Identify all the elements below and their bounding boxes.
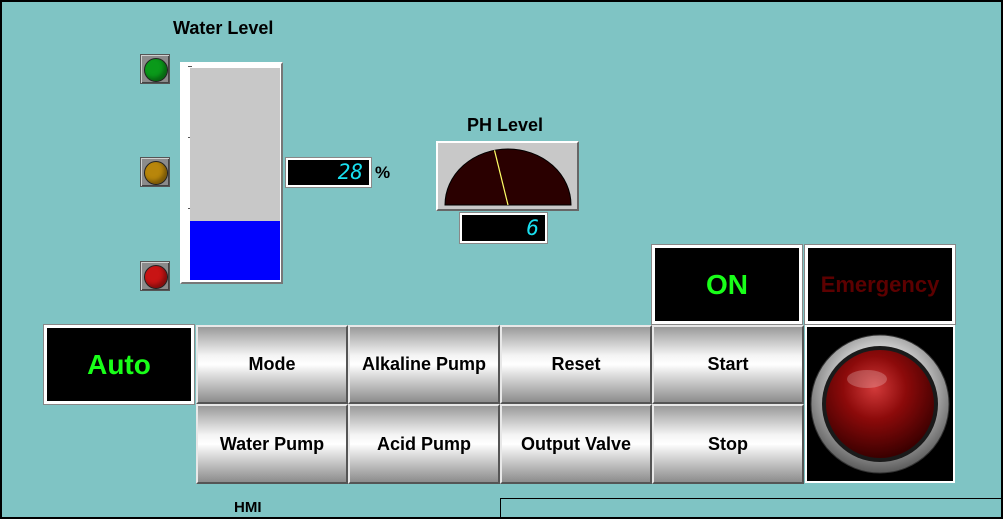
amber-lamp-icon [144,161,168,185]
alkaline-pump-button[interactable]: Alkaline Pump [348,325,500,404]
tank-level-bar [190,68,280,280]
red-lamp-icon [144,265,168,289]
stop-button[interactable]: Stop [652,404,804,484]
mode-button[interactable]: Mode [196,325,348,404]
stop-button-label: Stop [708,433,748,454]
low-level-indicator [140,261,170,291]
percent-unit: % [375,163,391,182]
tank-water-fill [190,220,280,280]
emergency-status-text: Emergency [820,271,940,297]
run-status-display: ON [651,244,803,325]
alkaline-pump-button-label: Alkaline Pump [361,354,487,374]
mode-status-display: Auto [43,324,195,405]
water-level-title: Water Level [173,18,274,38]
output-valve-button[interactable]: Output Valve [500,404,652,484]
tank-tick [188,66,192,67]
start-button[interactable]: Start [652,325,804,404]
acid-pump-button-label: Acid Pump [376,433,471,454]
high-level-indicator [140,54,170,84]
footer-divider-vertical [500,498,501,519]
footer-label: HMI [234,499,262,516]
output-valve-button-label: Output Valve [520,433,632,454]
mode-status-text: Auto [87,348,151,380]
mid-level-indicator [140,157,170,187]
ph-level-readout: 6 [459,212,548,244]
acid-pump-button[interactable]: Acid Pump [348,404,500,484]
reset-button-label: Reset [551,354,601,374]
ph-gauge-dial [444,148,572,206]
emergency-status-display: Emergency [804,244,956,325]
water-tank [180,62,283,284]
run-status-text: ON [706,268,748,300]
reset-button[interactable]: Reset [500,325,652,404]
emergency-stop-button[interactable] [805,325,955,483]
green-lamp-icon [144,58,168,82]
emergency-stop-icon [810,334,950,474]
mode-button-label: Mode [248,354,296,374]
footer-divider [500,498,1003,499]
ph-level-title: PH Level [467,115,544,135]
water-level-readout: 28 [285,157,372,188]
water-pump-button-label: Water Pump [219,433,325,454]
water-pump-button[interactable]: Water Pump [196,404,348,484]
start-button-label: Start [707,354,749,374]
ph-gauge [436,141,579,211]
